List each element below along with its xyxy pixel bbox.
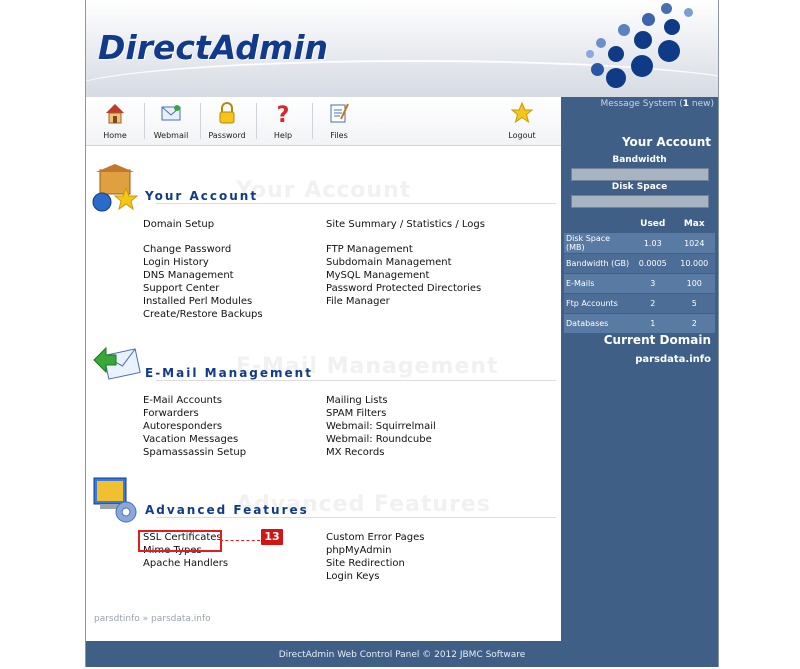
bandwidth-bar xyxy=(571,168,709,181)
table-row: Bandwidth (GB) 0.0005 10.000 xyxy=(564,253,715,274)
link-domain-setup[interactable]: Domain Setup xyxy=(143,219,214,230)
webmail-icon xyxy=(161,105,181,121)
toolbar-logout-button[interactable]: Logout xyxy=(495,99,549,143)
table-row: E-Mails 3 100 xyxy=(564,273,715,294)
link-vacation-messages[interactable]: Vacation Messages xyxy=(143,434,238,445)
toolbar-help-button[interactable]: ? Help xyxy=(256,99,310,143)
link-perl-modules[interactable]: Installed Perl Modules xyxy=(143,296,252,307)
link-custom-error-pages[interactable]: Custom Error Pages xyxy=(326,532,424,543)
home-icon xyxy=(106,104,124,124)
link-roundcube[interactable]: Webmail: Roundcube xyxy=(326,434,432,445)
annotation-highlight-box xyxy=(138,530,222,552)
toolbar-label: Help xyxy=(273,131,293,140)
used-header: Used xyxy=(640,219,666,229)
page-frame: DirectAdmin Home Webmail Password ? Help… xyxy=(85,0,719,667)
account-section-title: Your Account xyxy=(145,189,259,203)
breadcrumb-user[interactable]: parsdtinfo xyxy=(94,614,140,624)
link-phpmyadmin[interactable]: phpMyAdmin xyxy=(326,545,391,556)
max-header: Max xyxy=(683,219,705,229)
link-site-summary[interactable]: Site Summary / Statistics / Logs xyxy=(326,219,485,230)
account-section-icon xyxy=(92,164,139,212)
link-forwarders[interactable]: Forwarders xyxy=(143,408,199,419)
link-login-keys[interactable]: Login Keys xyxy=(326,571,380,582)
link-dns-management[interactable]: DNS Management xyxy=(143,270,234,281)
link-change-password[interactable]: Change Password xyxy=(143,244,231,255)
current-domain-title: Current Domain xyxy=(603,333,711,347)
toolbar-password-button[interactable]: Password xyxy=(200,99,254,143)
toolbar-label: Logout xyxy=(508,131,536,140)
link-backups[interactable]: Create/Restore Backups xyxy=(143,309,263,320)
usage-table: Used Max Disk Space (MB) 1.03 1024 Bandwid… xyxy=(564,215,715,334)
logo: DirectAdmin xyxy=(98,28,329,67)
toolbar-label: Password xyxy=(208,131,246,140)
annotation-leader-line xyxy=(220,540,260,541)
footer: DirectAdmin Web Control Panel © 2012 JBM… xyxy=(86,641,718,667)
link-file-manager[interactable]: File Manager xyxy=(326,296,390,307)
link-mx-records[interactable]: MX Records xyxy=(326,447,384,458)
main-content: Your Account Your Account Domain Setup C… xyxy=(86,146,561,641)
svg-text:?: ? xyxy=(277,103,290,125)
toolbar-files-button[interactable]: Files xyxy=(312,99,366,143)
toolbar-label: Home xyxy=(103,131,127,140)
table-row: Databases 1 2 xyxy=(564,313,715,334)
link-protected-dirs[interactable]: Password Protected Directories xyxy=(326,283,481,294)
sidebar: Message System (1 new) Your Account Band… xyxy=(561,97,718,667)
link-ftp-management[interactable]: FTP Management xyxy=(326,244,413,255)
link-autoresponders[interactable]: Autoresponders xyxy=(143,421,222,432)
table-row: Ftp Accounts 2 5 xyxy=(564,293,715,314)
header: DirectAdmin xyxy=(86,0,718,98)
question-icon: ? xyxy=(277,103,290,125)
diskspace-label: Disk Space xyxy=(611,182,668,192)
table-row: Disk Space (MB) 1.03 1024 xyxy=(564,233,715,254)
link-support-center[interactable]: Support Center xyxy=(143,283,219,294)
advanced-section-icon xyxy=(93,477,137,523)
toolbar-label: Files xyxy=(330,131,348,140)
link-subdomain-management[interactable]: Subdomain Management xyxy=(326,257,452,268)
bandwidth-label: Bandwidth xyxy=(612,155,667,165)
link-mysql-management[interactable]: MySQL Management xyxy=(326,270,429,281)
link-spam-filters[interactable]: SPAM Filters xyxy=(326,408,386,419)
link-email-accounts[interactable]: E-Mail Accounts xyxy=(143,395,222,406)
your-account-title: Your Account xyxy=(621,135,711,149)
toolbar-webmail-button[interactable]: Webmail xyxy=(144,99,198,143)
message-system-link[interactable]: Message System (1 new) xyxy=(561,97,715,109)
account-ghost-title: Your Account xyxy=(236,178,412,203)
star-icon xyxy=(510,101,534,124)
files-icon xyxy=(330,103,349,123)
link-apache-handlers[interactable]: Apache Handlers xyxy=(143,558,228,569)
link-login-history[interactable]: Login History xyxy=(143,257,209,268)
toolbar-home-button[interactable]: Home xyxy=(88,99,142,143)
toolbar: Home Webmail Password ? Help Files Logou… xyxy=(86,97,561,146)
email-section-title: E-Mail Management xyxy=(145,366,313,380)
diskspace-bar xyxy=(571,195,709,208)
link-mailing-lists[interactable]: Mailing Lists xyxy=(326,395,388,406)
link-spamassassin[interactable]: Spamassassin Setup xyxy=(143,447,246,458)
lock-icon xyxy=(219,102,235,124)
breadcrumb-domain[interactable]: parsdata.info xyxy=(151,614,211,624)
email-section-icon xyxy=(93,346,141,380)
breadcrumb-separator: » xyxy=(142,614,149,624)
annotation-step-number: 13 xyxy=(261,529,283,545)
current-domain-link[interactable]: parsdata.info xyxy=(561,354,711,365)
link-site-redirection[interactable]: Site Redirection xyxy=(326,558,405,569)
advanced-section-title: Advanced Features xyxy=(145,503,309,517)
breadcrumb: parsdtinfo » parsdata.info xyxy=(94,614,211,624)
link-squirrelmail[interactable]: Webmail: Squirrelmail xyxy=(326,421,436,432)
toolbar-label: Webmail xyxy=(153,131,189,140)
